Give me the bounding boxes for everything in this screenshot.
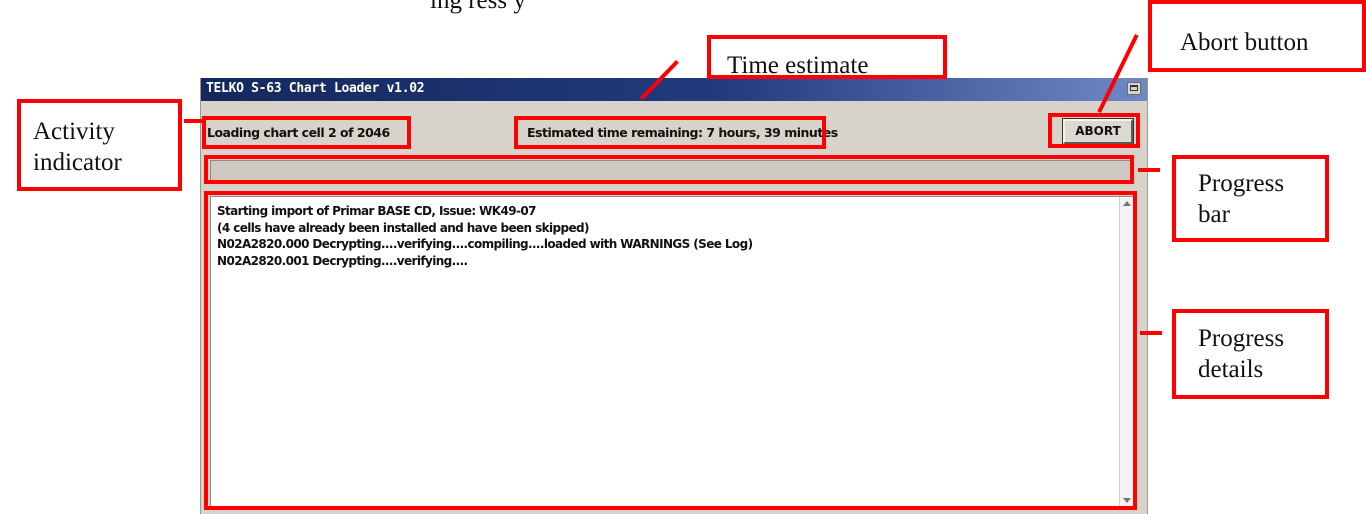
activity-indicator-callout-label: Activity indicator [33,116,122,178]
time-estimate-highlight [514,116,826,149]
time-estimate-callout: Time estimate [707,35,947,79]
window-title: TELKO S-63 Chart Loader v1.02 [206,81,425,96]
abort-button-highlight [1048,113,1140,148]
activity-indicator-callout: Activity indicator [17,99,182,191]
callout-label-line: Progress [1198,170,1285,197]
abort-button-callout: Abort button [1148,0,1366,72]
callout-label-line: indicator [33,149,122,176]
activity-leader-line [184,119,202,123]
callout-label-line: Activity [33,118,115,145]
activity-indicator-highlight [202,116,411,149]
time-estimate-callout-label: Time estimate [727,52,869,79]
progress-details-highlight [204,191,1137,510]
callout-label-line: Progress [1198,325,1285,352]
progress-details-callout: Progress details [1172,309,1329,399]
progress-bar-leader-line [1138,168,1160,172]
progress-details-callout-label: Progress details [1198,323,1284,385]
progress-bar-highlight [204,155,1134,184]
abort-button-callout-label: Abort button [1180,29,1309,56]
restore-window-icon[interactable] [1127,82,1141,95]
progress-details-leader-line [1140,331,1162,335]
progress-bar-callout: Progress bar [1172,155,1329,242]
callout-label-line: bar [1198,201,1230,228]
progress-bar-callout-label: Progress bar [1198,168,1284,230]
title-bar[interactable]: TELKO S-63 Chart Loader v1.02 [201,78,1147,101]
intro-text-fragment: ing ress y [430,0,526,14]
callout-label-line: details [1198,356,1264,383]
